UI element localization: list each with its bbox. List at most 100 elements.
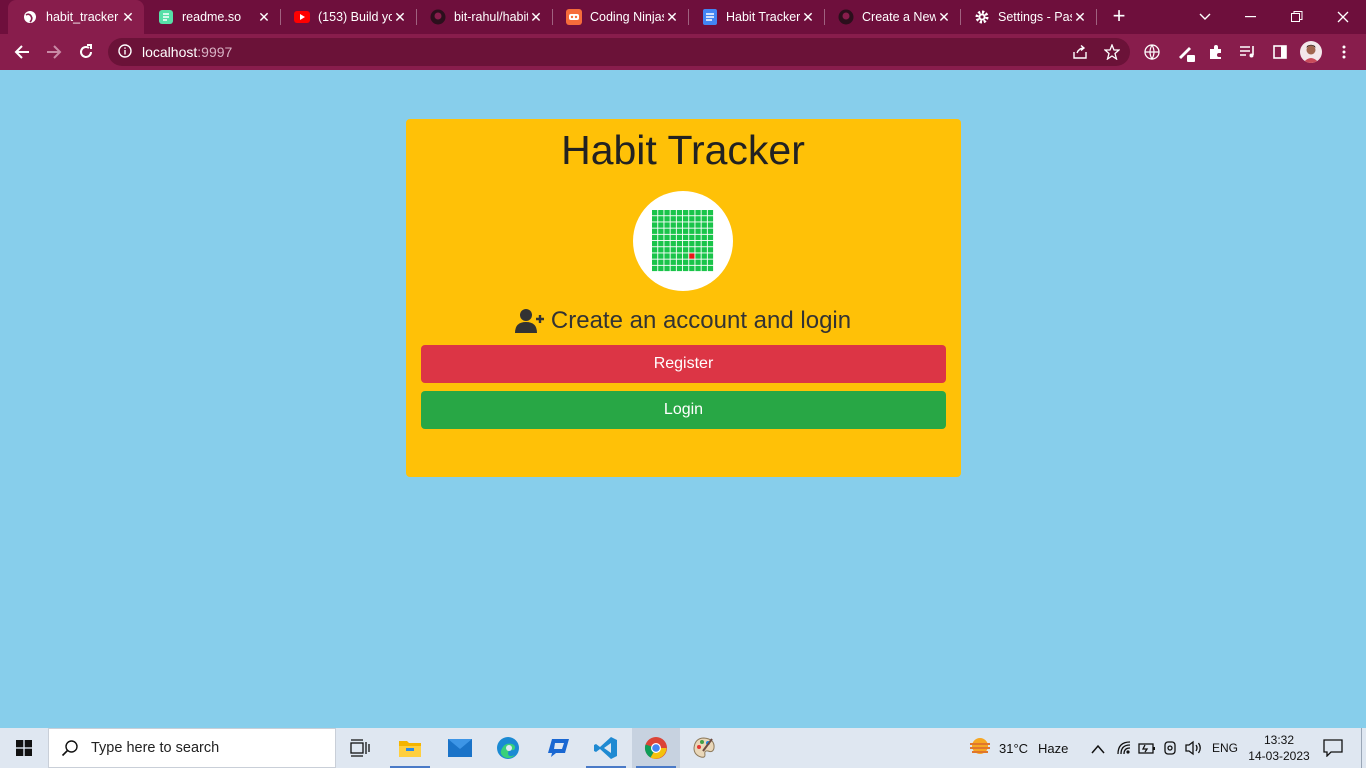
login-button[interactable]: Login [421, 391, 946, 429]
notifications-icon[interactable] [1323, 739, 1343, 762]
reload-button[interactable] [74, 40, 98, 64]
restore-button[interactable] [1274, 0, 1320, 34]
mail-icon [448, 739, 472, 757]
tab-habit-tracker-doc[interactable]: Habit Tracker ✕ [688, 0, 824, 34]
task-view-button[interactable] [336, 728, 384, 768]
start-button[interactable] [0, 728, 48, 768]
file-explorer-button[interactable] [386, 728, 434, 768]
volume-icon[interactable] [1185, 740, 1203, 761]
close-window-button[interactable] [1320, 0, 1366, 34]
paint-palette-icon [693, 737, 715, 758]
weather-desc[interactable]: Haze [1038, 741, 1068, 756]
media-control-icon[interactable] [1236, 40, 1260, 64]
address-bar[interactable]: localhost:9997 [108, 38, 1130, 66]
chat-app-icon [548, 739, 569, 757]
restore-icon [1291, 11, 1303, 22]
coding-ninjas-icon [566, 9, 582, 25]
close-tab-icon[interactable]: ✕ [120, 9, 136, 25]
tab-github-create[interactable]: Create a New ✕ [824, 0, 960, 34]
gear-icon [974, 9, 990, 25]
clock-time: 13:32 [1263, 733, 1295, 747]
search-placeholder: Type here to search [91, 740, 220, 756]
tab-coding-ninjas[interactable]: Coding Ninjas ✕ [552, 0, 688, 34]
weather-temp[interactable]: 31°C [999, 741, 1028, 756]
clock[interactable]: 13:32 14-03-2023 [1248, 732, 1310, 764]
meet-now-icon[interactable] [1162, 740, 1178, 761]
tab-search-button[interactable] [1182, 0, 1228, 34]
readme-icon [158, 9, 174, 25]
tab-readme[interactable]: readme.so ✕ [144, 0, 280, 34]
windows-taskbar: Type here to search 31°C Haze ENG 13:32 … [0, 728, 1366, 768]
task-view-icon [350, 739, 370, 757]
clock-date: 14-03-2023 [1248, 749, 1310, 763]
language-indicator[interactable]: ENG [1212, 741, 1238, 755]
chevron-down-icon [1199, 13, 1211, 20]
subtitle-text: Create an account and login [550, 307, 852, 334]
user-plus-icon [514, 309, 544, 333]
windows-logo-icon [16, 740, 32, 756]
register-button[interactable]: Register [421, 345, 946, 383]
tab-strip: habit_tracker ✕ readme.so ✕ (153) Build … [0, 0, 1366, 34]
tab-title: readme.so [182, 10, 242, 24]
app-button[interactable] [534, 728, 582, 768]
github-icon [430, 9, 446, 25]
new-tab-button[interactable]: + [1108, 5, 1130, 27]
youtube-icon [294, 9, 310, 25]
tab-youtube[interactable]: (153) Build yo ✕ [280, 0, 416, 34]
extensions-puzzle-icon[interactable] [1204, 40, 1228, 64]
tab-habit-tracker[interactable]: habit_tracker ✕ [8, 0, 144, 34]
tab-settings[interactable]: Settings - Pas ✕ [960, 0, 1096, 34]
subtitle-row: Create an account and login [0, 307, 1366, 335]
wifi-icon[interactable] [1116, 740, 1132, 761]
search-icon [61, 740, 78, 757]
tab-github-habit[interactable]: bit-rahul/habit ✕ [416, 0, 552, 34]
globe-icon [22, 9, 38, 25]
close-tab-icon[interactable]: ✕ [800, 9, 816, 25]
minimize-button[interactable] [1228, 0, 1274, 34]
close-tab-icon[interactable]: ✕ [664, 9, 680, 25]
more-menu-icon[interactable] [1332, 40, 1356, 64]
battery-icon[interactable] [1138, 741, 1156, 760]
share-icon[interactable] [1068, 40, 1092, 64]
close-tab-icon[interactable]: ✕ [256, 9, 272, 25]
close-tab-icon[interactable]: ✕ [528, 9, 544, 25]
show-desktop-button[interactable] [1361, 728, 1366, 768]
edge-button[interactable] [484, 728, 532, 768]
arrow-right-icon [47, 45, 62, 59]
back-button[interactable] [10, 40, 34, 64]
side-panel-icon[interactable] [1268, 40, 1292, 64]
reload-icon [80, 44, 92, 58]
weather-icon[interactable] [968, 736, 992, 765]
close-tab-icon[interactable]: ✕ [936, 9, 952, 25]
tab-separator [1096, 9, 1097, 25]
tab-title: habit_tracker [46, 10, 119, 24]
url-text[interactable]: localhost:9997 [142, 44, 232, 60]
url-port: :9997 [197, 44, 233, 60]
page-title: Habit Tracker [561, 127, 805, 173]
tab-title: Habit Tracker [726, 10, 800, 24]
paint-button[interactable] [680, 728, 728, 768]
close-tab-icon[interactable]: ✕ [1072, 9, 1088, 25]
vscode-button[interactable] [582, 728, 630, 768]
tab-title: (153) Build yo [318, 10, 392, 24]
bookmark-star-icon[interactable] [1100, 40, 1124, 64]
arrow-left-icon [14, 45, 29, 59]
vscode-icon [594, 737, 617, 759]
tab-title: Settings - Pas [998, 10, 1072, 24]
chrome-button[interactable] [632, 728, 680, 768]
github-icon [838, 9, 854, 25]
info-icon[interactable] [118, 44, 132, 63]
taskbar-search-box[interactable]: Type here to search [48, 728, 336, 768]
close-tab-icon[interactable]: ✕ [392, 9, 408, 25]
chrome-icon [644, 737, 667, 759]
forward-button[interactable] [42, 40, 66, 64]
mail-button[interactable] [436, 728, 484, 768]
folder-icon [399, 741, 421, 757]
pen-extension-icon[interactable] [1174, 40, 1198, 64]
profile-avatar[interactable] [1300, 41, 1322, 63]
translate-globe-icon[interactable] [1140, 40, 1164, 64]
tab-title: Create a New [862, 10, 936, 24]
habit-grid-icon [652, 210, 714, 272]
chevron-up-icon[interactable] [1091, 741, 1105, 759]
tab-title: bit-rahul/habit [454, 10, 528, 24]
